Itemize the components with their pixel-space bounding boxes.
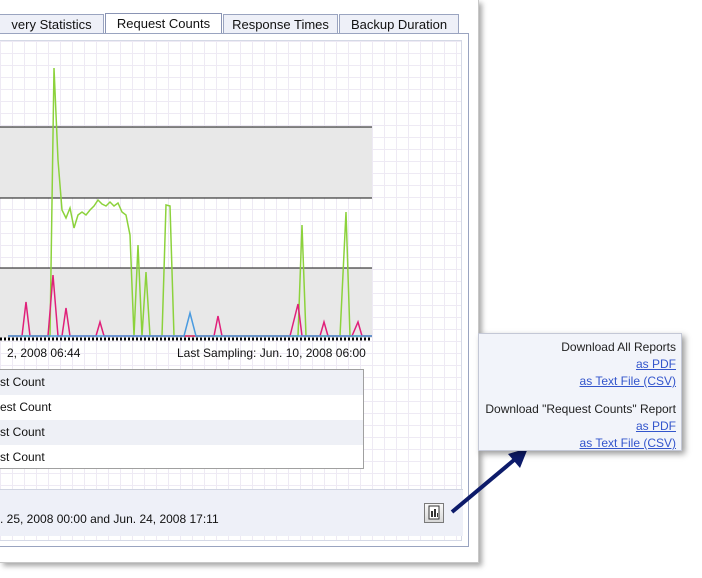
report-footer: . 25, 2008 00:00 and Jun. 24, 2008 17:11 [0,489,463,536]
download-reports-popup: Download All Reports as PDF as Text File… [478,333,682,451]
chart-legend: st Count est Count st Count st Count [0,369,364,469]
legend-row: est Count [0,400,52,414]
request-counts-chart [0,67,372,341]
report-window: very Statistics Request Counts Response … [0,0,479,563]
legend-row: st Count [0,420,363,445]
callout-arrow [450,448,528,514]
single-report-pdf-link[interactable]: as PDF [479,418,676,435]
single-report-heading: Download "Request Counts" Report [485,402,676,416]
chart-start-label: 2, 2008 06:44 [7,346,81,360]
chart-band [0,127,372,198]
report-date-range: . 25, 2008 00:00 and Jun. 24, 2008 17:11 [0,512,219,526]
all-reports-pdf-link[interactable]: as PDF [479,356,676,373]
legend-row: st Count [0,370,363,395]
legend-row: st Count [0,450,45,464]
single-report-csv-link[interactable]: as Text File (CSV) [479,435,676,452]
all-reports-csv-link[interactable]: as Text File (CSV) [479,373,676,390]
chart-end-label: Last Sampling: Jun. 10, 2008 06:00 [177,346,366,360]
all-reports-heading: Download All Reports [561,340,676,354]
